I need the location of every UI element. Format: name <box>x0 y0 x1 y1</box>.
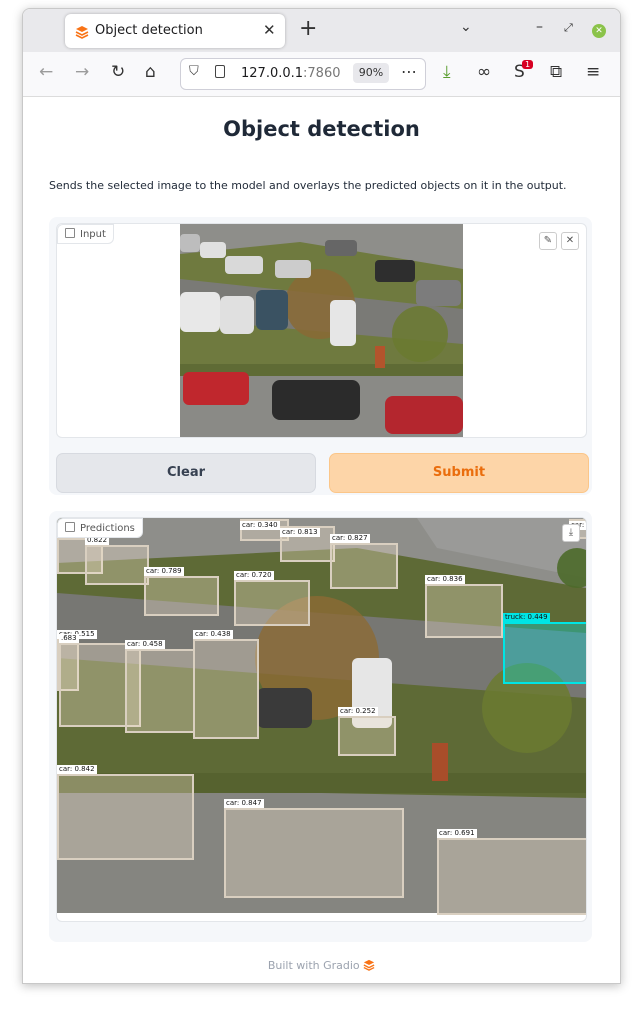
detection-overlay: car: 0.340car: 0.813car: 0.7960.822car: … <box>57 518 586 915</box>
detection-label: car: 0.836 <box>425 575 465 584</box>
zoom-level[interactable]: 90% <box>353 63 389 83</box>
tab-list-chevron-icon[interactable]: ⌄ <box>460 19 472 35</box>
detection-label: car: 0.252 <box>338 707 378 716</box>
download-prediction-icon[interactable]: ⤓ <box>562 524 580 542</box>
car-detection-box: car: 0.847 <box>224 799 404 898</box>
clear-button[interactable]: Clear <box>56 453 316 493</box>
restore-icon[interactable]: ⤢ <box>564 21 573 35</box>
menu-icon[interactable]: ≡ <box>586 62 600 82</box>
home-icon[interactable]: ⌂ <box>145 62 156 82</box>
page-description: Sends the selected image to the model an… <box>49 179 567 192</box>
extensions-puzzle-icon[interactable]: ⧉ <box>550 62 562 82</box>
page-title: Object detection <box>223 117 420 141</box>
car-detection-box: car: 0.691 <box>437 829 586 915</box>
predictions-label-text: Predictions <box>80 523 135 534</box>
minimize-icon[interactable]: – <box>536 19 543 35</box>
car-detection-box: car: 0.720 <box>234 571 310 626</box>
car-detection-box: car: 0.827 <box>330 534 398 589</box>
page-content: Object detection Sends the selected imag… <box>23 97 620 983</box>
detection-label: car: 0.847 <box>224 799 264 808</box>
close-window-icon[interactable]: ✕ <box>592 24 606 38</box>
download-icon[interactable]: ⤓ <box>443 62 451 82</box>
url-text[interactable]: 127.0.0.1:7860 <box>241 66 341 81</box>
clear-image-icon[interactable]: ✕ <box>561 232 579 250</box>
predictions-image-box: Predictions ⤓ car: 0.340 car: 0.813 0.82… <box>56 517 587 922</box>
new-tab-button[interactable]: + <box>299 16 317 41</box>
image-icon <box>65 522 75 532</box>
detection-label: truck: 0.449 <box>503 613 550 622</box>
car-detection-box: car: 0.252 <box>338 707 396 756</box>
footer: Built with Gradio <box>23 959 620 972</box>
car-detection-box: car: 0.813 <box>280 526 335 562</box>
footer-text[interactable]: Built with Gradio <box>268 959 360 972</box>
url-host: 127.0.0.1 <box>241 66 304 81</box>
notification-badge: 1 <box>522 60 534 69</box>
tab-close-icon[interactable]: ✕ <box>263 21 276 39</box>
detection-label: car: 0.438 <box>193 630 233 639</box>
detection-label: car: 0.842 <box>57 765 97 774</box>
private-mask-icon[interactable]: ∞ <box>477 62 491 82</box>
reload-icon[interactable]: ↻ <box>111 62 125 82</box>
car-detection-box: car: 0.789 <box>144 567 219 616</box>
detection-label: car: 0.813 <box>280 528 320 537</box>
address-bar[interactable]: ⛉ 127.0.0.1:7860 90% ⋯ <box>180 58 426 90</box>
forward-icon[interactable]: → <box>75 62 89 82</box>
browser-window: Object detection ✕ + ⌄ – ⤢ ✕ ← → ↻ ⌂ ⛉ 1… <box>22 8 621 984</box>
detection-label: car: 0.789 <box>144 567 184 576</box>
input-image-box[interactable]: Input ✎ ✕ <box>56 223 587 438</box>
car-detection-box: car: 0.836 <box>425 575 503 638</box>
detection-label: car: 0.720 <box>234 571 274 580</box>
input-label-text: Input <box>80 229 106 240</box>
detection-label: car: 0.340 <box>240 521 280 530</box>
back-icon[interactable]: ← <box>39 62 53 82</box>
edit-icon[interactable]: ✎ <box>539 232 557 250</box>
predictions-label: Predictions <box>57 518 143 538</box>
image-icon <box>65 228 75 238</box>
page-actions-icon[interactable]: ⋯ <box>401 62 417 81</box>
detection-label: car: 0.691 <box>437 829 477 838</box>
gradio-footer-logo-icon <box>363 959 375 971</box>
car-detection-box: car: 0.458 <box>125 640 195 733</box>
gradio-logo-icon <box>75 26 89 39</box>
output-panel: Predictions ⤓ car: 0.340 car: 0.813 0.82… <box>49 511 592 942</box>
page-info-icon[interactable] <box>215 65 225 78</box>
browser-tab[interactable]: Object detection ✕ <box>65 14 285 48</box>
input-image <box>180 224 463 437</box>
tab-title: Object detection <box>95 23 203 38</box>
car-detection-box: 0.822 <box>85 536 149 585</box>
shield-icon[interactable]: ⛉ <box>189 64 199 79</box>
input-label: Input <box>57 224 114 244</box>
submit-button[interactable]: Submit <box>329 453 589 493</box>
url-port: :7860 <box>303 66 341 81</box>
nav-bar: ← → ↻ ⌂ ⛉ 127.0.0.1:7860 90% ⋯ ⤓ ∞ S 1 ⧉… <box>23 52 620 97</box>
truck-detection-box: truck: 0.449 <box>503 613 586 684</box>
detection-label: .683 <box>59 634 79 643</box>
car-detection-box: car: 0.438 <box>193 630 259 739</box>
tab-bar: Object detection ✕ + ⌄ – ⤢ ✕ <box>23 9 620 52</box>
input-panel: Input ✎ ✕ Clear Submit <box>49 217 592 495</box>
detection-label: car: 0.458 <box>125 640 165 649</box>
detection-label: car: 0.827 <box>330 534 370 543</box>
car-detection-box: car: 0.842 <box>57 765 194 860</box>
